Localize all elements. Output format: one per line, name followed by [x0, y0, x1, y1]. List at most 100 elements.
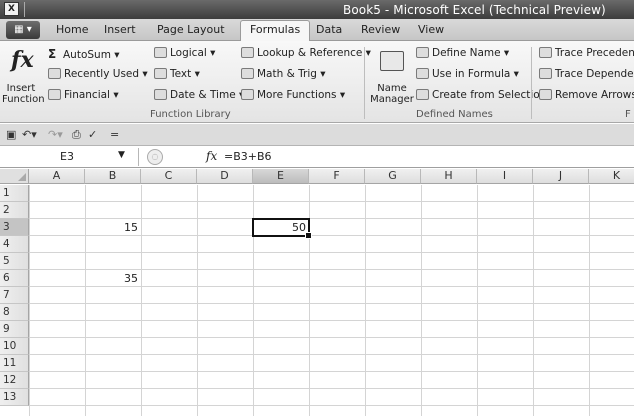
title-bar: X Book5 - Microsoft Excel (Technical Pre…: [0, 0, 634, 19]
row-header-6[interactable]: 6: [0, 270, 29, 287]
column-header-f[interactable]: F: [309, 169, 365, 184]
create-from-selection-button[interactable]: Create from Selection: [416, 89, 546, 101]
tab-data[interactable]: Data: [316, 23, 342, 36]
column-header-h[interactable]: H: [421, 169, 477, 184]
remove-arrows-icon: [539, 89, 552, 100]
define-name-button[interactable]: Define Name ▾: [416, 47, 509, 59]
column-header-a[interactable]: A: [29, 169, 85, 184]
row-header-5[interactable]: 5: [0, 253, 29, 270]
trace-dependents-icon: [539, 68, 552, 79]
financial-button[interactable]: Financial ▾: [48, 89, 119, 101]
use-in-formula-button[interactable]: Use in Formula ▾: [416, 68, 519, 80]
column-header-c[interactable]: C: [141, 169, 197, 184]
name-box[interactable]: E3 ▼: [0, 148, 139, 166]
column-header-k[interactable]: K: [589, 169, 634, 184]
formula-auditing-group-label: F: [625, 109, 631, 120]
excel-icon[interactable]: X: [4, 2, 19, 16]
select-all-button[interactable]: [0, 169, 29, 184]
cell-b6[interactable]: 35: [85, 272, 138, 285]
sigma-icon: Σ: [48, 47, 57, 61]
save-icon[interactable]: ▣: [6, 128, 16, 141]
date-time-button[interactable]: Date & Time ▾: [154, 89, 244, 101]
formula-bar-circle-icon: ◌: [147, 149, 163, 165]
text-button[interactable]: Text ▾: [154, 68, 200, 80]
customize-toolbar-icon[interactable]: =: [110, 128, 119, 141]
financial-label: Financial ▾: [64, 89, 119, 101]
spelling-icon[interactable]: ✓: [88, 128, 97, 141]
theta-icon: [241, 68, 254, 79]
group-divider: [364, 47, 365, 119]
trace-precedents-icon: [539, 47, 552, 58]
tab-page-layout[interactable]: Page Layout: [157, 23, 225, 36]
column-header-d[interactable]: D: [197, 169, 253, 184]
column-header-b[interactable]: B: [85, 169, 141, 184]
chevron-down-icon[interactable]: ▼: [118, 150, 125, 160]
lookup-reference-button[interactable]: Lookup & Reference ▾: [241, 47, 371, 59]
insert-function-icon[interactable]: fx: [11, 47, 34, 73]
book-icon: [154, 89, 167, 100]
undo-icon[interactable]: ↶▾: [22, 128, 37, 141]
fx-small-icon: [416, 68, 429, 79]
math-trig-button[interactable]: Math & Trig ▾: [241, 68, 326, 80]
window-title: Book5 - Microsoft Excel (Technical Previ…: [343, 3, 606, 17]
worksheet-grid[interactable]: ABCDEFGHIJK 1 2 3 4 5 6 7 8 9 10 11 12 13 15 35 50: [0, 169, 634, 416]
row-header-11[interactable]: 11: [0, 355, 29, 372]
create-from-selection-label: Create from Selection: [432, 89, 547, 101]
redo-icon[interactable]: ↷▾: [48, 128, 63, 141]
logical-button[interactable]: Logical ▾: [154, 47, 215, 59]
tab-view[interactable]: View: [418, 23, 444, 36]
date-time-label: Date & Time ▾: [170, 89, 245, 101]
office-button[interactable]: ▦ ▾: [6, 21, 40, 39]
column-header-g[interactable]: G: [365, 169, 421, 184]
book-icon: [154, 47, 167, 58]
ribbon: fx Insert Function Σ AutoSum ▾ Recently U…: [0, 41, 634, 123]
text-function-icon: [154, 68, 167, 79]
trace-precedents-label: Trace Precedents: [555, 47, 634, 59]
formula-input[interactable]: =B3+B6: [224, 150, 272, 163]
book-icon: [241, 89, 254, 100]
quick-access-toolbar: ▣ ↶▾ ↷▾ ⎙ ✓ =: [0, 124, 634, 146]
trace-precedents-button[interactable]: Trace Precedents: [539, 47, 634, 59]
name-manager-icon[interactable]: [380, 51, 404, 71]
row-header-1[interactable]: 1: [0, 185, 29, 202]
tab-home[interactable]: Home: [56, 23, 88, 36]
logical-label: Logical ▾: [170, 47, 216, 59]
book-icon: [48, 68, 61, 79]
row-header-13[interactable]: 13: [0, 389, 29, 406]
cell-area[interactable]: [29, 185, 634, 416]
row-header-9[interactable]: 9: [0, 321, 29, 338]
insert-function-fx-icon[interactable]: fx: [206, 149, 217, 163]
tab-formulas[interactable]: Formulas: [240, 20, 311, 42]
autosum-button[interactable]: Σ AutoSum ▾: [48, 47, 120, 61]
active-cell-outline[interactable]: [252, 218, 312, 239]
tab-review[interactable]: Review: [361, 23, 400, 36]
recently-used-label: Recently Used ▾: [64, 68, 148, 80]
row-header-10[interactable]: 10: [0, 338, 29, 355]
book-icon: [48, 89, 61, 100]
math-trig-label: Math & Trig ▾: [257, 68, 326, 80]
row-header-8[interactable]: 8: [0, 304, 29, 321]
insert-function-button[interactable]: Insert Function: [2, 83, 45, 105]
name-manager-button[interactable]: Name Manager: [368, 83, 416, 105]
row-header-4[interactable]: 4: [0, 236, 29, 253]
grid-icon: [416, 89, 429, 100]
more-functions-button[interactable]: More Functions ▾: [241, 89, 345, 101]
recently-used-button[interactable]: Recently Used ▾: [48, 68, 148, 80]
column-header-i[interactable]: I: [477, 169, 533, 184]
trace-dependents-button[interactable]: Trace Dependent: [539, 68, 634, 80]
book-icon: [241, 47, 254, 58]
trace-dependents-label: Trace Dependent: [555, 68, 634, 80]
formula-bar: E3 ▼ ◌ fx =B3+B6: [0, 147, 634, 168]
print-preview-icon[interactable]: ⎙: [72, 128, 81, 142]
column-header-e[interactable]: E: [253, 169, 309, 184]
column-header-j[interactable]: J: [533, 169, 589, 184]
row-header-12[interactable]: 12: [0, 372, 29, 389]
tab-insert[interactable]: Insert: [104, 23, 136, 36]
remove-arrows-button[interactable]: Remove Arrows ▾: [539, 89, 634, 101]
text-label: Text ▾: [170, 68, 200, 80]
row-header-7[interactable]: 7: [0, 287, 29, 304]
row-header-3[interactable]: 3: [0, 219, 29, 236]
cell-b3[interactable]: 15: [85, 221, 138, 234]
title-separator: [24, 2, 25, 17]
row-header-2[interactable]: 2: [0, 202, 29, 219]
